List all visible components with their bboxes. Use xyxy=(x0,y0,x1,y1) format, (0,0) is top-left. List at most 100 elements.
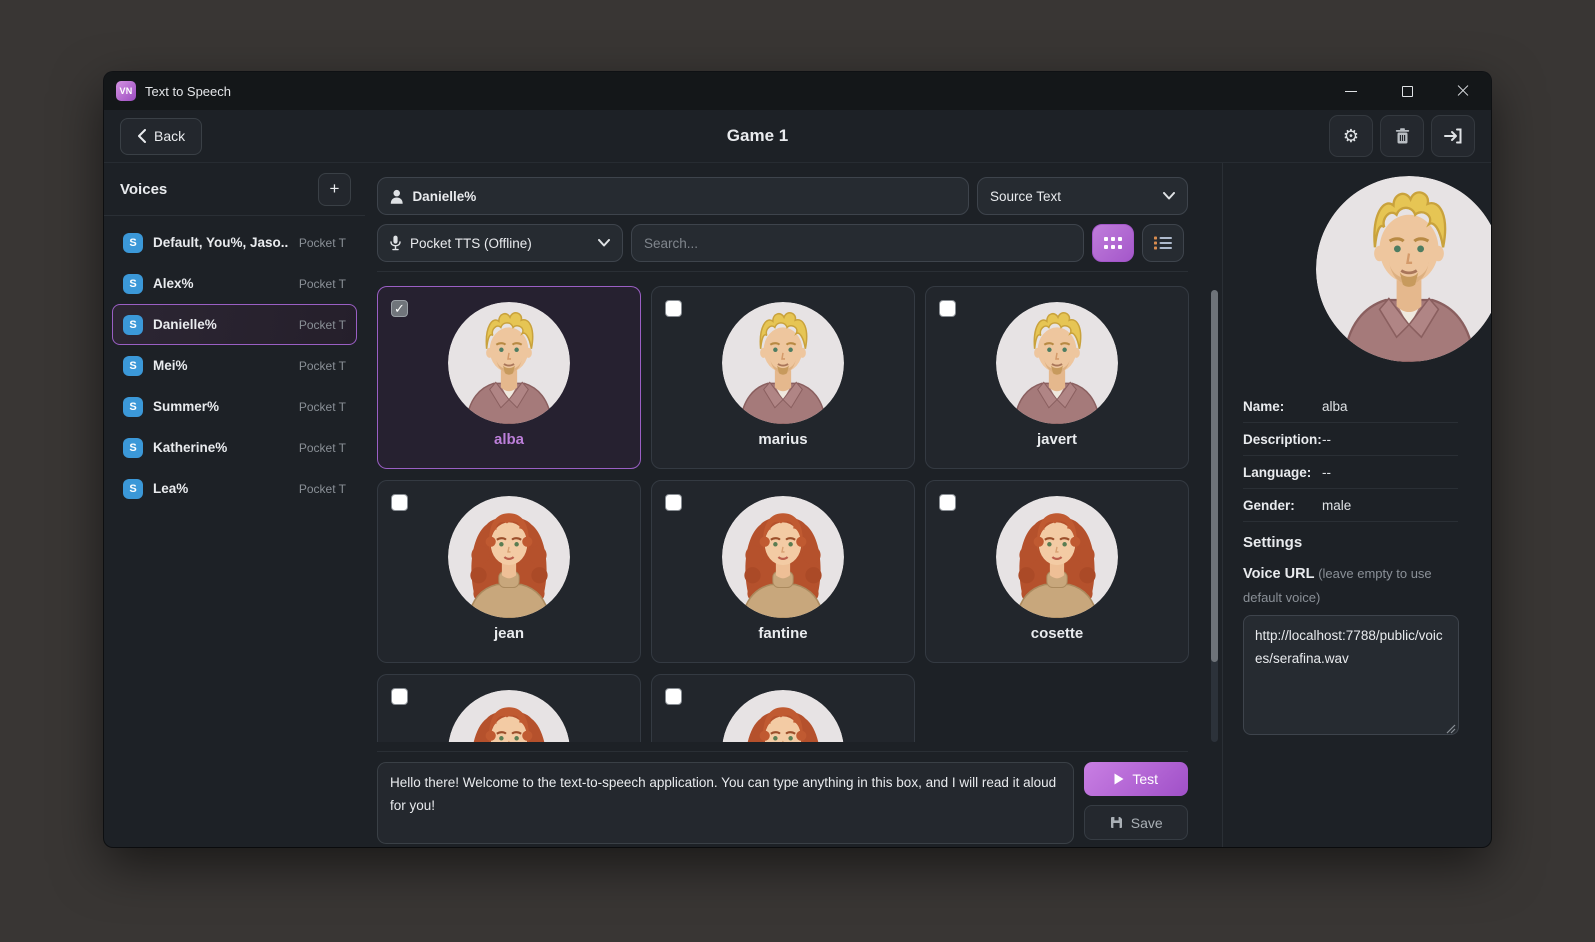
voice-card-fantine[interactable]: fantine xyxy=(651,480,915,663)
voice-engine: Pocket T xyxy=(299,236,346,250)
grid-scrollbar[interactable] xyxy=(1211,290,1218,742)
voice-card-name: javert xyxy=(1037,431,1077,448)
voice-card-javert[interactable]: javert xyxy=(925,286,1189,469)
voice-card-jean[interactable]: jean xyxy=(377,480,641,663)
voice-name: Katherine% xyxy=(153,440,227,455)
voice-card-partial[interactable] xyxy=(377,674,641,742)
app-icon: VN xyxy=(116,81,136,101)
voice-checkbox[interactable] xyxy=(665,494,682,511)
chevron-left-icon xyxy=(137,129,146,143)
voice-card-alba[interactable]: ✓ alba xyxy=(377,286,641,469)
save-icon xyxy=(1110,816,1123,829)
source-text-select[interactable]: Source Text xyxy=(977,177,1188,215)
page-title: Game 1 xyxy=(104,126,1411,146)
avatar-female xyxy=(448,496,570,618)
voice-list: S Default, You%, Jaso... Pocket T S Alex… xyxy=(104,216,365,515)
voice-name-field[interactable] xyxy=(377,177,969,215)
avatar-male xyxy=(448,302,570,424)
voice-type-badge: S xyxy=(123,274,143,294)
delete-button[interactable] xyxy=(1380,115,1424,157)
sidebar-item-default[interactable]: S Default, You%, Jaso... Pocket T xyxy=(112,222,357,263)
back-button[interactable]: Back xyxy=(120,118,202,155)
test-label: Test xyxy=(1132,771,1158,787)
exit-button[interactable] xyxy=(1431,115,1475,157)
voice-engine: Pocket T xyxy=(299,400,346,414)
add-voice-button[interactable]: + xyxy=(318,173,351,206)
microphone-icon xyxy=(390,235,401,251)
voice-type-badge: S xyxy=(123,356,143,376)
field-label: Gender: xyxy=(1243,498,1322,513)
field-label: Name: xyxy=(1243,399,1322,414)
chevron-down-icon xyxy=(598,239,610,247)
minimize-button[interactable] xyxy=(1323,72,1379,110)
voice-engine: Pocket T xyxy=(299,318,346,332)
voice-checkbox[interactable] xyxy=(391,688,408,705)
list-view-button[interactable] xyxy=(1142,224,1184,262)
toolbar-divider xyxy=(377,271,1188,272)
voice-engine: Pocket T xyxy=(299,482,346,496)
detail-fields: Name: alba Description: -- Language: -- … xyxy=(1243,390,1458,522)
engine-select[interactable]: Pocket TTS (Offline) xyxy=(377,224,623,262)
voice-grid: ✓ alba marius javert xyxy=(377,280,1218,742)
avatar-female xyxy=(996,496,1118,618)
sidebar-item-danielle[interactable]: S Danielle% Pocket T xyxy=(112,304,357,345)
speech-text-input[interactable]: Hello there! Welcome to the text-to-spee… xyxy=(377,762,1074,844)
field-value: -- xyxy=(1322,465,1331,480)
voice-name: Alex% xyxy=(153,276,194,291)
voice-card-partial[interactable] xyxy=(651,674,915,742)
close-icon xyxy=(1457,85,1469,97)
voice-name: Mei% xyxy=(153,358,188,373)
search-input[interactable] xyxy=(644,236,1071,251)
composer-divider xyxy=(377,751,1188,752)
voice-url-input[interactable]: http://localhost:7788/public/voices/sera… xyxy=(1243,615,1459,735)
sidebar-title: Voices xyxy=(120,181,167,198)
voice-url-label: Voice URL xyxy=(1243,566,1314,582)
field-value: alba xyxy=(1322,399,1348,414)
maximize-icon xyxy=(1402,86,1413,97)
detail-row-gender: Gender: male xyxy=(1243,489,1458,522)
grid-view-button[interactable] xyxy=(1092,224,1134,262)
close-button[interactable] xyxy=(1435,72,1491,110)
sidebar-item-lea[interactable]: S Lea% Pocket T xyxy=(112,468,357,509)
voice-name: Summer% xyxy=(153,399,219,414)
voice-card-marius[interactable]: marius xyxy=(651,286,915,469)
grid-scrollbar-thumb[interactable] xyxy=(1211,290,1218,662)
voice-type-badge: S xyxy=(123,438,143,458)
voice-type-badge: S xyxy=(123,315,143,335)
detail-avatar-male xyxy=(1316,176,1491,362)
avatar-female xyxy=(448,690,570,742)
search-field[interactable] xyxy=(631,224,1084,262)
app-window: VN Text to Speech Game 1 Back ⚙ xyxy=(104,72,1491,847)
voice-checkbox[interactable] xyxy=(665,300,682,317)
main-panel: Source Text Pocket TTS (Offline) xyxy=(365,163,1222,847)
sidebar-item-mei[interactable]: S Mei% Pocket T xyxy=(112,345,357,386)
voice-checkbox-checked[interactable]: ✓ xyxy=(391,300,408,317)
field-label: Description: xyxy=(1243,432,1322,447)
voice-type-badge: S xyxy=(123,233,143,253)
voice-checkbox[interactable] xyxy=(939,300,956,317)
settings-button[interactable]: ⚙ xyxy=(1329,115,1373,157)
voice-checkbox[interactable] xyxy=(665,688,682,705)
maximize-button[interactable] xyxy=(1379,72,1435,110)
voice-card-name: fantine xyxy=(758,625,807,642)
voice-engine: Pocket T xyxy=(299,277,346,291)
voice-type-badge: S xyxy=(123,397,143,417)
voice-engine: Pocket T xyxy=(299,441,346,455)
voice-card-cosette[interactable]: cosette xyxy=(925,480,1189,663)
sidebar-item-summer[interactable]: S Summer% Pocket T xyxy=(112,386,357,427)
minimize-icon xyxy=(1345,91,1357,92)
voice-name-input[interactable] xyxy=(412,189,956,204)
sidebar-item-katherine[interactable]: S Katherine% Pocket T xyxy=(112,427,357,468)
sign-out-icon xyxy=(1444,128,1462,144)
gear-icon: ⚙ xyxy=(1343,126,1359,147)
voice-checkbox[interactable] xyxy=(939,494,956,511)
chevron-down-icon xyxy=(1163,192,1175,200)
sidebar-item-alex[interactable]: S Alex% Pocket T xyxy=(112,263,357,304)
voice-card-name: marius xyxy=(758,431,807,448)
avatar-female xyxy=(722,690,844,742)
save-button[interactable]: Save xyxy=(1084,805,1188,840)
voice-checkbox[interactable] xyxy=(391,494,408,511)
voice-type-badge: S xyxy=(123,479,143,499)
avatar-female xyxy=(722,496,844,618)
test-button[interactable]: Test xyxy=(1084,762,1188,796)
